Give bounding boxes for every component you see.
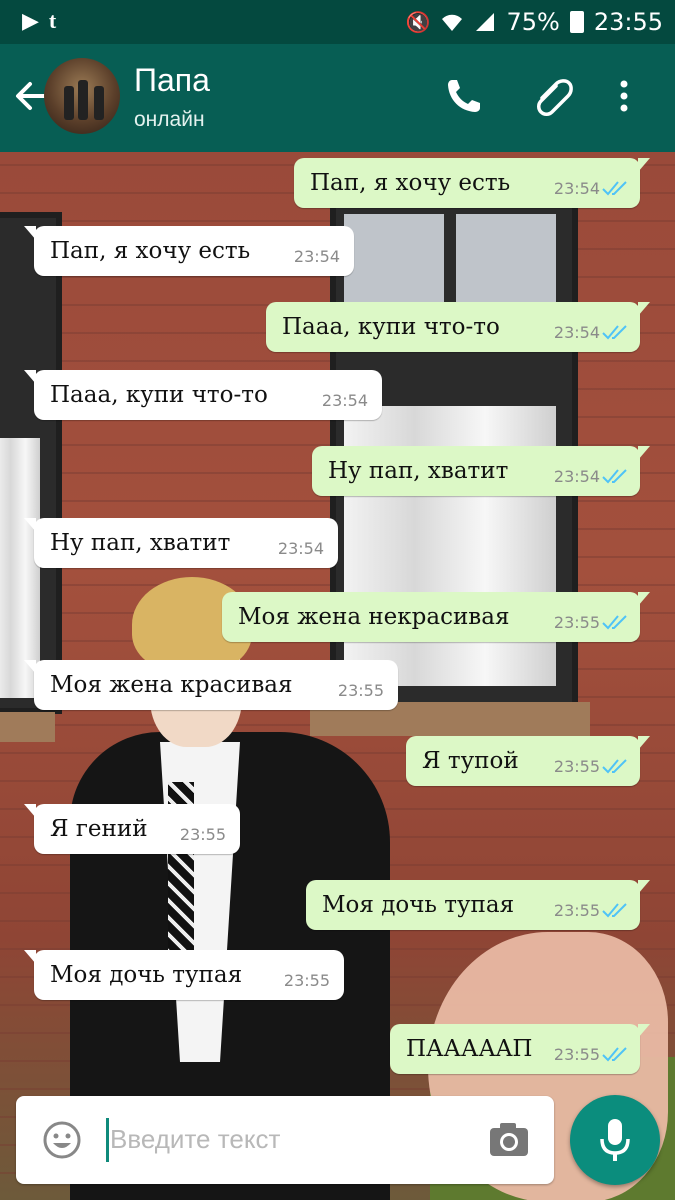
message-text: Моя жена некрасивая: [238, 604, 510, 630]
message-time: 23:55: [553, 901, 600, 920]
read-ticks-icon: [602, 325, 627, 340]
message-text: Ну пап, хватит: [328, 458, 509, 484]
play-store-icon: ▶: [22, 8, 39, 34]
message-text: Пааа, купи что-то: [50, 382, 268, 408]
message-text: Пап, я хочу есть: [310, 170, 511, 196]
status-time: 23:55: [593, 8, 663, 36]
message-outgoing[interactable]: Я тупой 23:55: [406, 736, 650, 786]
message-text: Ну пап, хватит: [50, 530, 231, 556]
message-time: 23:54: [553, 179, 600, 198]
message-input-bar: Введите текст: [16, 1096, 554, 1184]
attach-icon[interactable]: [532, 74, 576, 118]
message-time: 23:54: [553, 323, 600, 342]
tumblr-icon: t: [48, 8, 57, 33]
avatar[interactable]: [44, 58, 120, 134]
mic-icon: [600, 1119, 630, 1161]
message-text: Моя дочь тупая: [322, 892, 515, 918]
message-text: Моя жена красивая: [50, 672, 293, 698]
message-incoming[interactable]: Я гений 23:55: [24, 804, 240, 854]
status-right: 🔇 75% 23:55: [406, 8, 663, 36]
message-time: 23:54: [293, 247, 340, 266]
read-ticks-icon: [602, 181, 627, 196]
message-text: Я тупой: [422, 748, 519, 774]
message-text: Пап, я хочу есть: [50, 238, 251, 264]
message-outgoing[interactable]: Пап, я хочу есть 23:54: [294, 158, 650, 208]
message-outgoing[interactable]: ПААААAП 23:55: [390, 1024, 650, 1074]
more-icon[interactable]: [612, 74, 636, 118]
mute-icon: 🔇: [405, 10, 431, 34]
message-time: 23:55: [179, 825, 226, 844]
message-time: 23:54: [277, 539, 324, 558]
read-ticks-icon: [602, 469, 627, 484]
message-time: 23:55: [337, 681, 384, 700]
message-outgoing[interactable]: Ну пап, хватит 23:54: [312, 446, 650, 496]
message-incoming[interactable]: Моя жена красивая 23:55: [24, 660, 398, 710]
message-outgoing[interactable]: Моя дочь тупая 23:55: [306, 880, 650, 930]
message-text: ПААААAП: [406, 1036, 533, 1062]
read-ticks-icon: [602, 759, 627, 774]
wifi-icon: [442, 14, 463, 31]
read-ticks-icon: [602, 615, 627, 630]
message-input[interactable]: Введите текст: [110, 1124, 280, 1155]
phone-icon[interactable]: [442, 74, 486, 118]
message-time: 23:54: [321, 391, 368, 410]
message-time: 23:55: [283, 971, 330, 990]
read-ticks-icon: [602, 903, 627, 918]
mic-button[interactable]: [570, 1095, 660, 1185]
signal-icon: [476, 13, 495, 31]
message-text: Моя дочь тупая: [50, 962, 243, 988]
message-incoming[interactable]: Ну пап, хватит 23:54: [24, 518, 338, 568]
battery-icon: [569, 11, 584, 33]
message-outgoing[interactable]: Пааа, купи что-то 23:54: [266, 302, 650, 352]
battery-percent: 75%: [506, 8, 560, 36]
message-time: 23:54: [553, 467, 600, 486]
message-time: 23:55: [553, 757, 600, 776]
message-incoming[interactable]: Моя дочь тупая 23:55: [24, 950, 344, 1000]
contact-name[interactable]: Папа: [134, 62, 210, 99]
status-left-icons: ▶ t: [22, 8, 56, 34]
message-time: 23:55: [553, 1045, 600, 1064]
status-bar: ▶ t 🔇 75% 23:55: [0, 0, 675, 44]
chat-area[interactable]: Пап, я хочу есть 23:54 Пап, я хочу есть …: [0, 152, 675, 1200]
chat-header: Папа онлайн: [0, 44, 675, 152]
read-ticks-icon: [602, 1047, 627, 1062]
message-text: Я гений: [50, 816, 148, 842]
emoji-icon[interactable]: [42, 1120, 82, 1160]
contact-status: онлайн: [134, 108, 205, 131]
message-time: 23:55: [553, 613, 600, 632]
message-incoming[interactable]: Пап, я хочу есть 23:54: [24, 226, 354, 276]
message-incoming[interactable]: Пааа, купи что-то 23:54: [24, 370, 382, 420]
text-cursor: [106, 1118, 109, 1162]
message-outgoing[interactable]: Моя жена некрасивая 23:55: [222, 592, 650, 642]
message-text: Пааа, купи что-то: [282, 314, 500, 340]
camera-icon[interactable]: [488, 1120, 530, 1160]
